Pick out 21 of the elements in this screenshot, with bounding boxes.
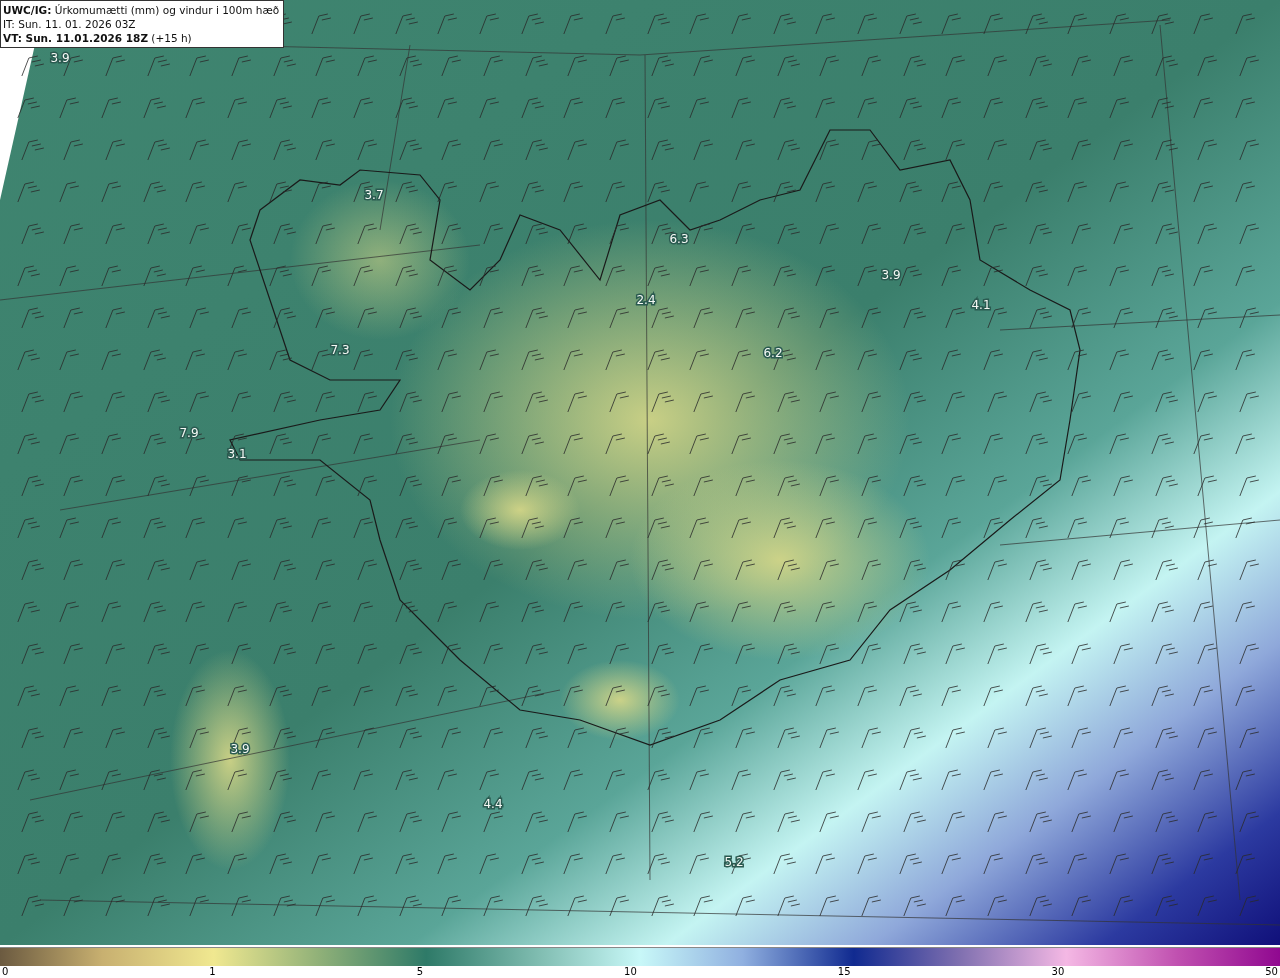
colorbar-tick-label: 5 [416,966,424,978]
value-label: 7.9 [179,426,199,440]
value-label: 3.1 [227,447,247,461]
value-label: 7.3 [330,343,350,357]
value-label: 4.4 [483,797,503,811]
value-label: 3.9 [50,51,70,65]
colorbar-tick-label: 30 [1051,966,1065,978]
value-label: 3.7 [364,188,384,202]
map-title-line: VT: Sun. 11.01.2026 18Z (+15 h) [3,31,193,45]
colorbar-tick-label: 1 [209,966,216,978]
value-label: 6.2 [763,346,783,360]
value-label: 3.9 [881,268,901,282]
colorbar-tick-label: 50 [1265,966,1278,978]
colorbar-tick-label: 10 [624,966,637,978]
value-label: 3.9 [230,742,250,756]
map-title-line: IT: Sun. 11. 01. 2026 03Z [3,17,137,31]
value-label: 6.3 [669,232,689,246]
value-label: 4.1 [971,298,991,312]
map-title-line: UWC/IG: Úrkomumætti (mm) og vindur i 100m hæð [3,3,280,17]
colorbar-tick-label: 0 [2,966,9,978]
colorbar-tick-label: 15 [837,966,851,978]
